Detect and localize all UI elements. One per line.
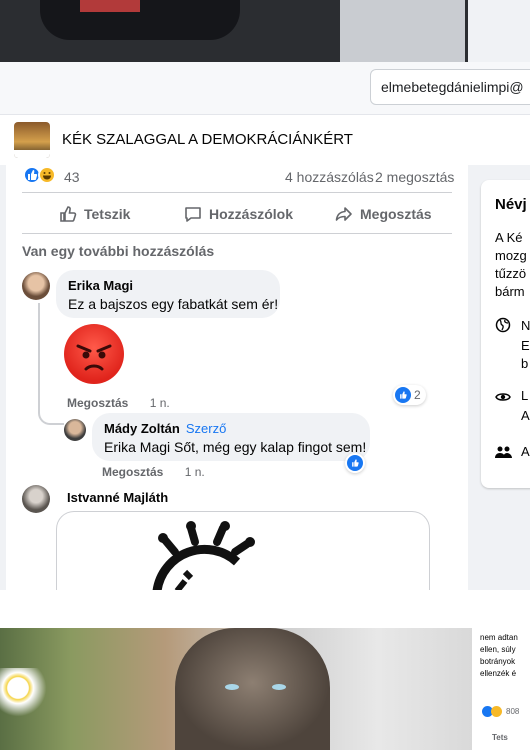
side-panel-info: N bbox=[521, 318, 530, 333]
bottom-post-photo[interactable] bbox=[0, 628, 472, 750]
side-panel-title: Névj bbox=[495, 196, 527, 213]
view-more-comments-link[interactable]: Van egy további hozzászólás bbox=[22, 243, 214, 259]
comment-text: Ez a bajszos egy fabatkát sem ér! bbox=[68, 296, 279, 312]
like-button[interactable]: Tetszik bbox=[58, 200, 130, 228]
comment-icon bbox=[185, 207, 201, 222]
post-text-line: botrányok bbox=[480, 657, 516, 666]
comment-share-link[interactable]: Megosztás bbox=[67, 396, 128, 410]
comment-like-count[interactable]: 2 bbox=[393, 385, 426, 405]
like-label: Tetszik bbox=[84, 206, 131, 222]
email-input[interactable]: elmebetegdánielimpi@ bbox=[370, 69, 530, 105]
side-panel-info: L bbox=[521, 388, 529, 403]
divider bbox=[22, 233, 452, 234]
comment-count[interactable]: 4 hozzászólás bbox=[285, 169, 374, 185]
post-text-line: ellenzék é bbox=[480, 669, 517, 678]
comment-button[interactable]: Hozzászólok bbox=[183, 200, 293, 228]
eye-icon bbox=[495, 393, 511, 401]
side-panel-text: A Ké bbox=[495, 230, 523, 245]
thumbs-up-icon bbox=[60, 206, 77, 222]
share-button[interactable]: Megosztás bbox=[334, 200, 432, 228]
side-panel-info: A bbox=[521, 408, 530, 423]
comment-meta: Megosztás 1 n. bbox=[67, 396, 170, 410]
globe-icon bbox=[495, 317, 511, 333]
haha-reaction-icon bbox=[491, 706, 502, 717]
like-count: 2 bbox=[414, 388, 421, 402]
reply-bubble: Mády Zoltán Szerző Erika Magi Sőt, még eg… bbox=[92, 413, 370, 461]
reply-like-reaction[interactable] bbox=[345, 453, 365, 473]
comment-author[interactable]: Erika Magi bbox=[68, 278, 268, 293]
comment-label: Hozzászólok bbox=[209, 206, 294, 222]
side-panel-text: bárm bbox=[495, 284, 525, 299]
comment-author[interactable]: Istvanné Majláth bbox=[67, 490, 168, 505]
divider bbox=[22, 192, 452, 193]
share-icon bbox=[335, 207, 352, 221]
virus-drawing-icon bbox=[152, 521, 255, 591]
reply-share-link[interactable]: Megosztás bbox=[102, 465, 163, 479]
thread-line bbox=[38, 303, 64, 425]
reaction-count[interactable]: 43 bbox=[64, 169, 80, 185]
bottom-right-post-text: nem adtan ellen, súly botrányok ellenzék… bbox=[472, 628, 530, 750]
share-label: Megosztás bbox=[360, 206, 432, 222]
author-badge: Szerző bbox=[185, 421, 227, 436]
post-text-line: nem adtan bbox=[480, 633, 518, 642]
side-panel-text: tűzzö bbox=[495, 266, 527, 281]
side-panel-text: mozg bbox=[495, 248, 527, 263]
page-title[interactable]: KÉK SZALAGGAL A DEMOKRÁCIÁNKÉRT bbox=[62, 131, 353, 148]
like-icon bbox=[395, 387, 411, 403]
reply-author[interactable]: Mády Zoltán Szerző bbox=[104, 421, 358, 436]
group-icon bbox=[495, 446, 512, 458]
share-count[interactable]: 2 megosztás bbox=[375, 169, 454, 185]
avatar[interactable] bbox=[22, 485, 50, 513]
angry-emoji-icon bbox=[64, 324, 124, 384]
avatar[interactable] bbox=[64, 419, 86, 441]
side-panel-info: E bbox=[521, 338, 530, 353]
reply-text: Erika Magi Sőt, még egy kalap fingot sem… bbox=[104, 439, 367, 455]
reply-meta: Megosztás 1 n. bbox=[102, 465, 205, 479]
avatar[interactable] bbox=[22, 272, 50, 300]
comment-bubble: Erika Magi Ez a bajszos egy fabatkát sem… bbox=[56, 270, 280, 318]
like-button[interactable]: Tets bbox=[492, 732, 508, 743]
side-panel-card: Névj A Ké mozg tűzzö bárm N E b L A A bbox=[481, 180, 530, 488]
post-text-line: ellen, súly bbox=[480, 645, 516, 654]
separator-gap bbox=[0, 590, 530, 628]
side-panel-info: b bbox=[521, 356, 529, 371]
side-panel-info: A bbox=[521, 444, 530, 459]
top-post-photo bbox=[0, 0, 468, 62]
haha-reaction-icon[interactable] bbox=[38, 166, 56, 184]
comment-time[interactable]: 1 n. bbox=[150, 396, 170, 410]
reply-time[interactable]: 1 n. bbox=[185, 465, 205, 479]
page-avatar[interactable] bbox=[14, 122, 50, 158]
comment-image[interactable] bbox=[56, 511, 430, 591]
background-strip bbox=[468, 0, 530, 62]
reaction-count[interactable]: 808 bbox=[506, 706, 519, 717]
like-icon bbox=[347, 455, 363, 471]
